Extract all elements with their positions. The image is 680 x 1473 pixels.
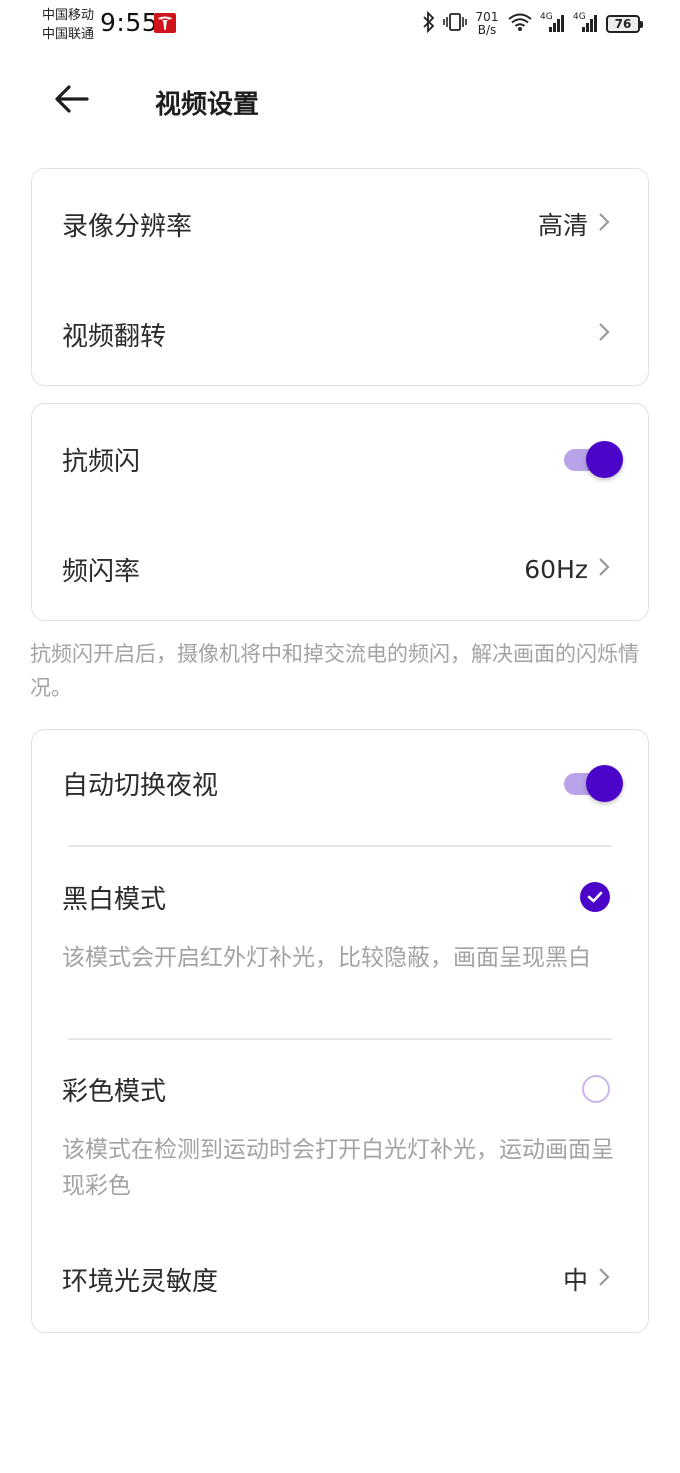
color-mode-label: 彩色模式: [62, 1076, 167, 1107]
anti-flicker-row: 抗频闪: [32, 426, 648, 492]
video-options-card: 录像分辨率 高清 视频翻转: [31, 168, 649, 386]
auto-night-vision-toggle[interactable]: [562, 763, 624, 803]
bw-mode-description: 该模式会开启红外灯补光，比较隐蔽，画面呈现黑白: [62, 945, 591, 971]
battery-level: 76: [614, 17, 632, 31]
color-mode-row[interactable]: 彩色模式: [32, 1056, 648, 1122]
carrier-info: 中国移动 中国联通: [42, 6, 94, 44]
status-bar: 中国移动 中国联通 9:55 701 B/s 4G 4G 76: [0, 0, 680, 50]
toggle-thumb: [586, 765, 623, 802]
flicker-rate-value: 60Hz: [524, 554, 588, 584]
bluetooth-icon: [422, 10, 436, 37]
chevron-right-icon: [598, 212, 610, 236]
vibrate-icon: [443, 11, 467, 37]
network-speed: 701 B/s: [474, 11, 500, 37]
bw-mode-label: 黑白模式: [62, 884, 167, 915]
flicker-rate-row[interactable]: 频闪率 60Hz: [32, 536, 648, 602]
anti-flicker-toggle[interactable]: [562, 439, 624, 479]
chevron-right-icon: [598, 322, 610, 346]
status-icons: 701 B/s 4G 4G 76: [422, 9, 643, 39]
top-app-bar: 视频设置: [0, 70, 680, 132]
video-settings-page: 中国移动 中国联通 9:55 701 B/s 4G 4G 76 视频设置 录像分…: [0, 0, 680, 1473]
radio-unchecked-icon[interactable]: [582, 1075, 610, 1103]
battery-icon: 76: [606, 15, 643, 33]
wifi-icon: [507, 11, 533, 37]
anti-flicker-label: 抗频闪: [62, 446, 141, 477]
color-mode-description: 该模式在检测到运动时会打开白光灯补光，运动画面呈现彩色: [62, 1137, 614, 1199]
night-vision-card: 自动切换夜视 黑白模式 该模式会开启红外灯补光，比较隐蔽，画面呈现黑白 彩色模式…: [31, 729, 649, 1333]
status-time: 9:55: [100, 8, 159, 37]
video-flip-row[interactable]: 视频翻转: [32, 301, 648, 367]
network-speed-unit: B/s: [477, 23, 497, 37]
chevron-right-icon: [598, 1267, 610, 1291]
divider: [68, 845, 612, 847]
svg-text:4G: 4G: [573, 12, 586, 22]
arrow-left-icon: [54, 84, 90, 118]
ambient-light-sensitivity-value: 中: [562, 1266, 588, 1295]
tesla-app-icon: [154, 13, 176, 33]
anti-flicker-note: 抗频闪开启后，摄像机将中和掉交流电的频闪，解决画面的闪烁情况。: [30, 642, 639, 700]
carrier-1: 中国移动: [42, 8, 95, 23]
bw-mode-row[interactable]: 黑白模式: [32, 864, 648, 930]
auto-night-vision-label: 自动切换夜视: [62, 770, 219, 801]
ambient-light-sensitivity-label: 环境光灵敏度: [62, 1266, 219, 1297]
flicker-rate-label: 频闪率: [62, 556, 141, 587]
back-button[interactable]: [44, 76, 100, 126]
page-title: 视频设置: [155, 90, 260, 120]
chevron-right-icon: [598, 557, 610, 581]
recording-resolution-label: 录像分辨率: [62, 211, 193, 242]
divider: [68, 1038, 612, 1040]
auto-night-vision-row: 自动切换夜视: [32, 750, 648, 816]
anti-flicker-card: 抗频闪 频闪率 60Hz: [31, 403, 649, 621]
carrier-2: 中国联通: [42, 27, 95, 42]
cellular-signal-2-icon: 4G: [573, 10, 599, 38]
recording-resolution-row[interactable]: 录像分辨率 高清: [32, 191, 648, 257]
video-flip-label: 视频翻转: [62, 321, 167, 352]
recording-resolution-value: 高清: [537, 211, 588, 240]
svg-text:4G: 4G: [540, 12, 553, 22]
cellular-signal-1-icon: 4G: [540, 10, 566, 38]
toggle-thumb: [586, 441, 623, 478]
ambient-light-sensitivity-row[interactable]: 环境光灵敏度 中: [32, 1246, 648, 1312]
radio-checked-icon[interactable]: [580, 882, 610, 912]
